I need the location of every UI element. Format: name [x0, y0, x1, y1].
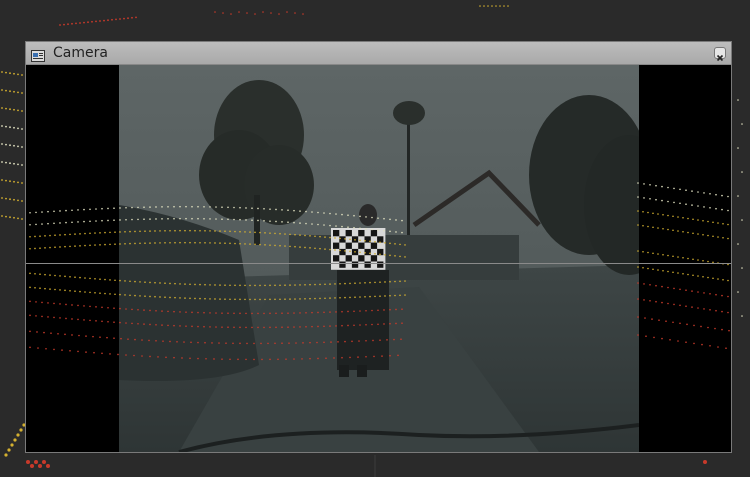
camera-view[interactable]	[26, 65, 731, 452]
horizon-line	[26, 263, 731, 264]
camera-panel[interactable]: Camera	[25, 41, 732, 453]
window-title: Camera	[53, 45, 108, 61]
camera-titlebar[interactable]: Camera	[26, 42, 731, 65]
close-button[interactable]	[714, 47, 726, 62]
close-icon	[716, 54, 724, 62]
camera-window-icon	[31, 47, 45, 62]
rviz-3d-viewport[interactable]: Camera	[0, 0, 750, 477]
lidar-point-cloud-overlay	[29, 182, 730, 361]
